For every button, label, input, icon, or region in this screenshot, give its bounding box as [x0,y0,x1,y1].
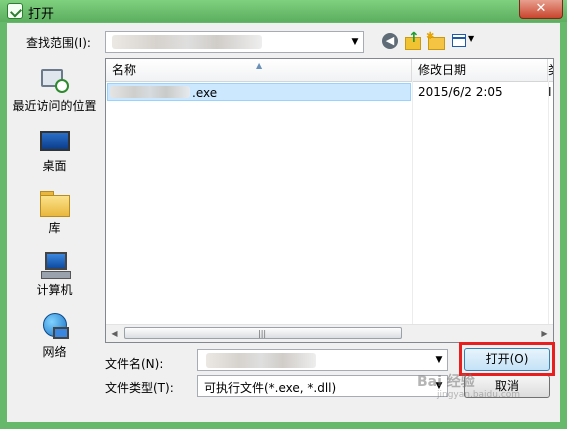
sort-ascending-icon: ▲ [256,61,263,70]
column-header-name[interactable]: 名称 ▲ [106,59,412,81]
file-type: I [548,85,552,99]
back-button[interactable]: ◀ [380,31,400,51]
place-desktop[interactable]: 桌面 [7,125,102,175]
place-label: 网络 [42,345,67,359]
recent-places-icon [39,65,71,97]
file-list[interactable]: 名称 ▲ 修改日期 类 .exe 2015/6/2 2:05 I ◀ ||| [105,58,554,343]
dialog-body: 查找范围(I): ▼ ◀ ↑ ✱ ▼ 最近访问的位置 桌面 库 计算机 网络 名… [7,23,560,422]
new-folder-button[interactable]: ✱ [426,31,446,51]
place-computer[interactable]: 计算机 [7,249,102,299]
file-type-select[interactable]: 可执行文件(*.exe, *.dll) ▼ [197,375,448,397]
place-library[interactable]: 库 [7,187,102,237]
file-date: 2015/6/2 2:05 [418,85,503,99]
up-arrow-icon: ↑ [408,30,420,46]
close-button[interactable]: ✕ [519,0,563,19]
chevron-down-icon[interactable]: ▼ [347,32,363,52]
computer-icon [39,249,71,281]
look-in-combobox[interactable]: ▼ [105,31,364,53]
scroll-left-icon[interactable]: ◀ [106,325,123,342]
title-bar[interactable]: 打开 ✕ [0,0,567,22]
scroll-right-icon[interactable]: ▶ [536,325,553,342]
watermark-url: jingyan.baidu.com [437,390,521,400]
back-arrow-icon: ◀ [382,33,398,49]
desktop-icon [39,125,71,157]
file-type-value: 可执行文件(*.exe, *.dll) [204,381,337,395]
column-header-type[interactable]: 类 [548,59,553,81]
list-header: 名称 ▲ 修改日期 类 [106,59,553,82]
view-details-icon [452,34,466,47]
column-divider [412,81,413,327]
file-name-combobox[interactable]: ▼ [197,349,448,371]
file-type-label: 文件类型(T): [105,381,174,395]
view-menu-button[interactable]: ▼ [450,31,476,51]
column-header-date[interactable]: 修改日期 [412,59,548,81]
place-label: 桌面 [42,159,67,173]
watermark: Bai 经验 [417,374,475,390]
column-label: 名称 [112,63,137,77]
blurred-file-name [110,86,190,98]
open-button[interactable]: 打开(O) [464,348,550,371]
table-row[interactable]: .exe 2015/6/2 2:05 I [106,82,553,102]
scroll-thumb[interactable]: ||| [124,327,402,339]
new-star-icon: ✱ [426,31,435,42]
column-divider [548,81,549,327]
up-one-level-button[interactable]: ↑ [403,30,423,51]
file-name-label: 文件名(N): [105,357,164,371]
window-title: 打开 [28,7,55,22]
grip-icon: ||| [258,329,267,338]
app-shield-icon [7,3,23,19]
file-name-suffix: .exe [192,86,218,100]
place-recent[interactable]: 最近访问的位置 [7,65,102,115]
blurred-folder-name [112,35,262,49]
place-label: 库 [48,221,61,235]
blurred-file-name-input [206,353,316,368]
chevron-down-icon: ▼ [468,34,475,43]
chevron-down-icon[interactable]: ▼ [431,350,447,370]
place-label: 最近访问的位置 [12,99,97,113]
horizontal-scrollbar[interactable]: ◀ ||| ▶ [106,324,553,342]
open-file-dialog: 打开 ✕ 查找范围(I): ▼ ◀ ↑ ✱ ▼ 最近访问的位置 桌面 库 计算机… [0,0,567,429]
library-folder-icon [39,187,71,219]
look-in-label: 查找范围(I): [26,36,91,50]
place-label: 计算机 [36,283,73,297]
place-network[interactable]: 网络 [7,311,102,361]
network-globe-icon [39,311,71,343]
selected-file-cell[interactable]: .exe [107,83,411,101]
